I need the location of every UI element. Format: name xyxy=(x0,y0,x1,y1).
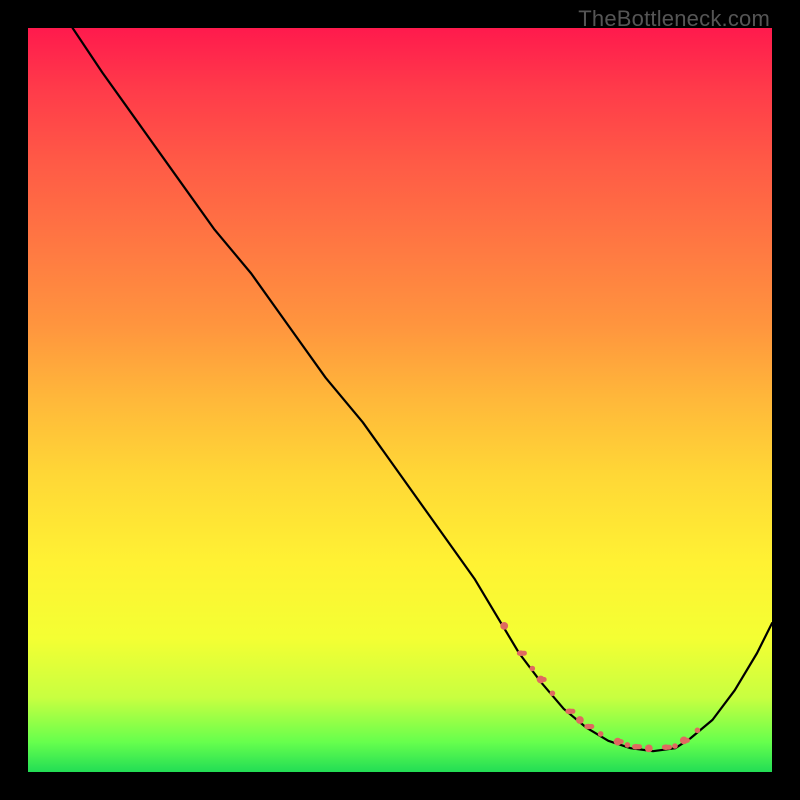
plot-area xyxy=(28,28,772,772)
chart-frame: TheBottleneck.com xyxy=(0,0,800,800)
bottleneck-curve xyxy=(73,28,772,751)
chart-svg xyxy=(28,28,772,772)
optimal-range-marks xyxy=(500,622,700,752)
